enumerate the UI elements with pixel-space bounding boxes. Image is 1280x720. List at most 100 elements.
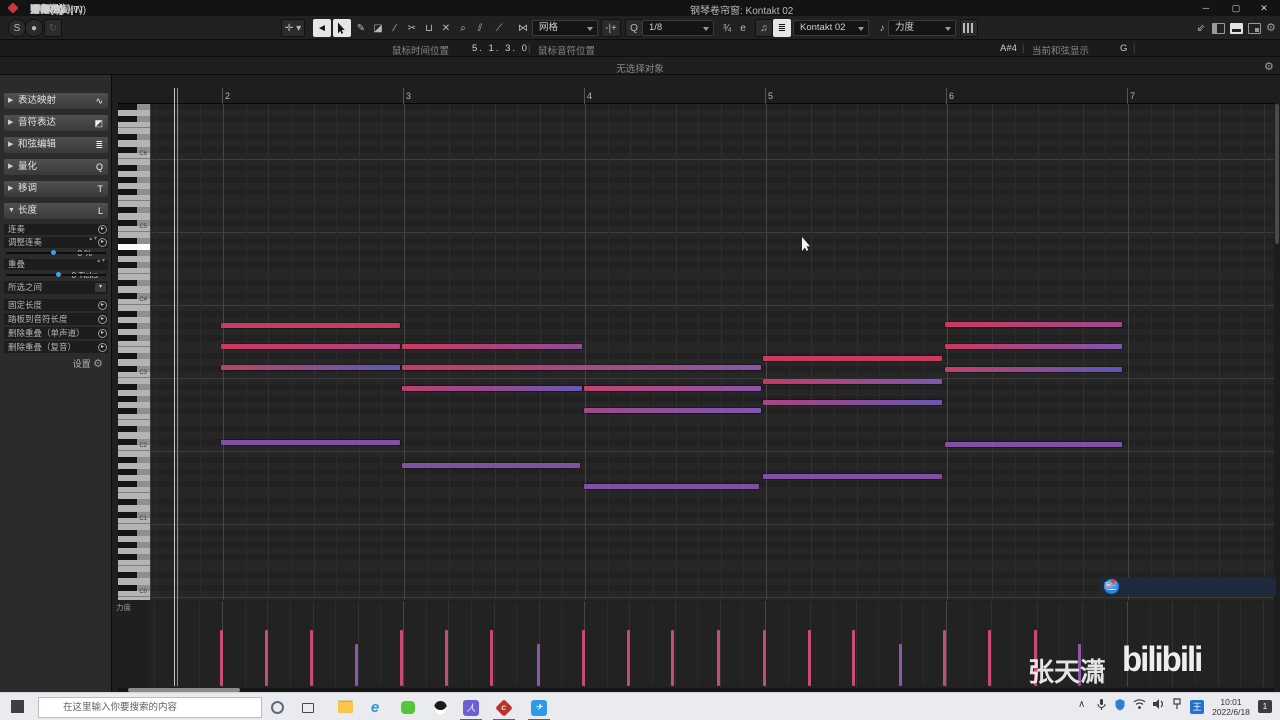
midi-note[interactable] <box>584 408 761 413</box>
part-selector-dropdown[interactable]: Kontakt 02 <box>793 20 869 36</box>
midi-note[interactable] <box>221 344 400 349</box>
apply-icon[interactable]: ▸ <box>98 328 107 338</box>
split-tool-icon[interactable]: ✂ <box>403 19 421 37</box>
cortana-icon[interactable] <box>266 697 288 718</box>
overlap-slider[interactable] <box>6 272 106 277</box>
trim-tool-icon[interactable]: ∕ <box>386 19 404 37</box>
overlap-row[interactable]: 重叠0 Ticks▴ ▾ <box>4 258 108 280</box>
playhead-line[interactable] <box>177 88 178 686</box>
velocity-bar[interactable] <box>537 644 540 686</box>
zone-layout-icon[interactable] <box>1248 23 1261 34</box>
midi-note[interactable] <box>221 365 400 370</box>
zoom-tool-icon[interactable]: ⌕ <box>454 19 472 37</box>
velocity-bar[interactable] <box>220 630 223 686</box>
note-grid[interactable] <box>150 104 1274 600</box>
wechat-icon[interactable] <box>397 697 419 718</box>
gear-icon[interactable]: ⚙ <box>93 358 103 370</box>
timeline-ruler[interactable]: 2 3 4 5 6 7 <box>118 88 1274 104</box>
qq-icon[interactable] <box>429 697 451 718</box>
midi-note[interactable] <box>221 323 400 328</box>
lower-zone-toggle-icon[interactable] <box>1230 23 1243 34</box>
apply-icon[interactable]: ▸ <box>98 225 107 234</box>
velocity-bar[interactable] <box>899 644 902 686</box>
settings-gear-icon[interactable]: ⚙ <box>1104 577 1113 596</box>
velocity-bar[interactable] <box>671 630 674 686</box>
setup-row[interactable]: 设置 ⚙ <box>73 357 103 370</box>
length-action-1[interactable]: 固定长度 ▸ <box>4 299 108 311</box>
controller-lane-dropdown[interactable]: 力度 <box>888 20 956 36</box>
midi-note[interactable] <box>763 356 942 361</box>
mute-tool-icon[interactable]: ✕ <box>437 19 455 37</box>
legato-mode-dropdown[interactable]: 所选之间 ▾ <box>4 281 108 294</box>
length-action-2[interactable]: 踏板到音符长度 ▸ <box>4 313 108 325</box>
purple-app-icon[interactable]: 人 <box>460 697 482 718</box>
quantize-icon[interactable]: Q <box>625 19 643 37</box>
velocity-bar[interactable] <box>265 630 268 686</box>
velocity-bar[interactable] <box>763 630 766 686</box>
midi-note[interactable] <box>945 344 1122 349</box>
spinner-icon[interactable]: ▴ ▾ <box>97 258 105 264</box>
snap-toggle-icon[interactable]: ⋈ <box>514 19 532 37</box>
scrollbar-thumb[interactable] <box>1275 104 1279 244</box>
inspector-section-5[interactable]: ▶ 移调 T <box>4 181 108 197</box>
spinner-icon[interactable]: ▴ ▾ <box>89 236 97 242</box>
acoustic-feedback-button[interactable]: ◄ <box>313 19 331 37</box>
edge-browser-icon[interactable]: e <box>364 697 386 718</box>
minimize-button[interactable]: ─ <box>1192 0 1220 16</box>
start-button-icon[interactable] <box>11 700 24 713</box>
toolbar-setup-gear-icon[interactable]: ⚙ <box>1266 21 1276 34</box>
inspector-section-3[interactable]: ▶ 和弦编辑 ≣ <box>4 137 108 153</box>
velocity-bar[interactable] <box>355 644 358 686</box>
midi-note[interactable] <box>402 344 582 349</box>
midi-note[interactable] <box>763 400 942 405</box>
apply-icon[interactable]: ▸ <box>98 314 107 324</box>
maximize-button[interactable]: ▢ <box>1222 0 1250 16</box>
inspector-section-2[interactable]: ▶ 音符表达 ◩ <box>4 115 108 131</box>
erase-tool-icon[interactable]: ◪ <box>369 19 387 37</box>
iterative-quantize-button[interactable]: e <box>734 19 752 37</box>
quantize-preset-dropdown[interactable]: 1/8 <box>642 20 714 36</box>
midi-note[interactable] <box>945 442 1122 447</box>
midi-note[interactable] <box>402 463 580 468</box>
draw-tool-icon[interactable]: ✎ <box>352 19 370 37</box>
velocity-bar[interactable] <box>310 630 313 686</box>
cubase-taskbar-icon[interactable]: C <box>493 697 515 718</box>
controller-setup-icon[interactable] <box>960 19 978 37</box>
inspector-section-6[interactable]: ▼ 长度 L <box>4 203 108 219</box>
midi-note[interactable] <box>945 322 1122 327</box>
taskbar-clock[interactable]: 10:01 2022/6/18 <box>1208 697 1254 717</box>
adjust-legato-row[interactable]: 调整连奏0 %▴ ▾▸ <box>4 236 108 258</box>
velocity-bar[interactable] <box>400 630 403 686</box>
velocity-bar[interactable] <box>582 630 585 686</box>
slider-handle[interactable] <box>56 272 61 277</box>
adjust-legato-slider[interactable] <box>6 250 106 255</box>
midi-note[interactable] <box>584 484 759 489</box>
midi-note[interactable] <box>402 365 761 370</box>
ime-language-icon[interactable]: 王 <box>1190 700 1204 714</box>
file-explorer-icon[interactable] <box>334 697 356 718</box>
taskbar-search-input[interactable]: 在这里输入你要搜索的内容 <box>38 697 262 718</box>
inspector-section-1[interactable]: ▶ 表达映射 ∿ <box>4 93 108 109</box>
midi-note[interactable] <box>763 474 942 479</box>
midi-note[interactable] <box>584 386 761 391</box>
slider-handle[interactable] <box>51 250 56 255</box>
ime-toolbar[interactable]: 王中 ❜ ☺ ✎ ✂ ☁ ⌨ ♟ ⚑ ⚙ <box>1100 577 1276 596</box>
note-length-display-button[interactable]: ♫ <box>755 19 773 37</box>
velocity-bar[interactable] <box>988 630 991 686</box>
velocity-bar[interactable] <box>627 630 630 686</box>
apply-icon[interactable]: ▸ <box>98 300 107 310</box>
line-tool-icon[interactable]: ⫽ <box>471 19 489 37</box>
velocity-bar[interactable] <box>490 630 493 686</box>
left-zone-toggle-icon[interactable] <box>1212 23 1225 34</box>
midi-note[interactable] <box>402 386 582 391</box>
solo-editor-button[interactable]: S <box>8 19 26 37</box>
midi-note[interactable] <box>945 367 1122 372</box>
glue-tool-icon[interactable]: ⊔ <box>420 19 438 37</box>
snap-adjust-button[interactable]: -|+ <box>601 19 621 37</box>
piano-keyboard[interactable]: C6 C5 C4 C3 C2 C1 C0 <box>118 104 150 600</box>
inspector-section-4[interactable]: ▶ 量化 Q <box>4 159 108 175</box>
curve-tool-icon[interactable]: ⟋ <box>490 19 508 37</box>
menu-item[interactable]: 帮助(L) <box>30 1 62 16</box>
task-view-icon[interactable] <box>297 697 319 718</box>
velocity-bar[interactable] <box>717 630 720 686</box>
